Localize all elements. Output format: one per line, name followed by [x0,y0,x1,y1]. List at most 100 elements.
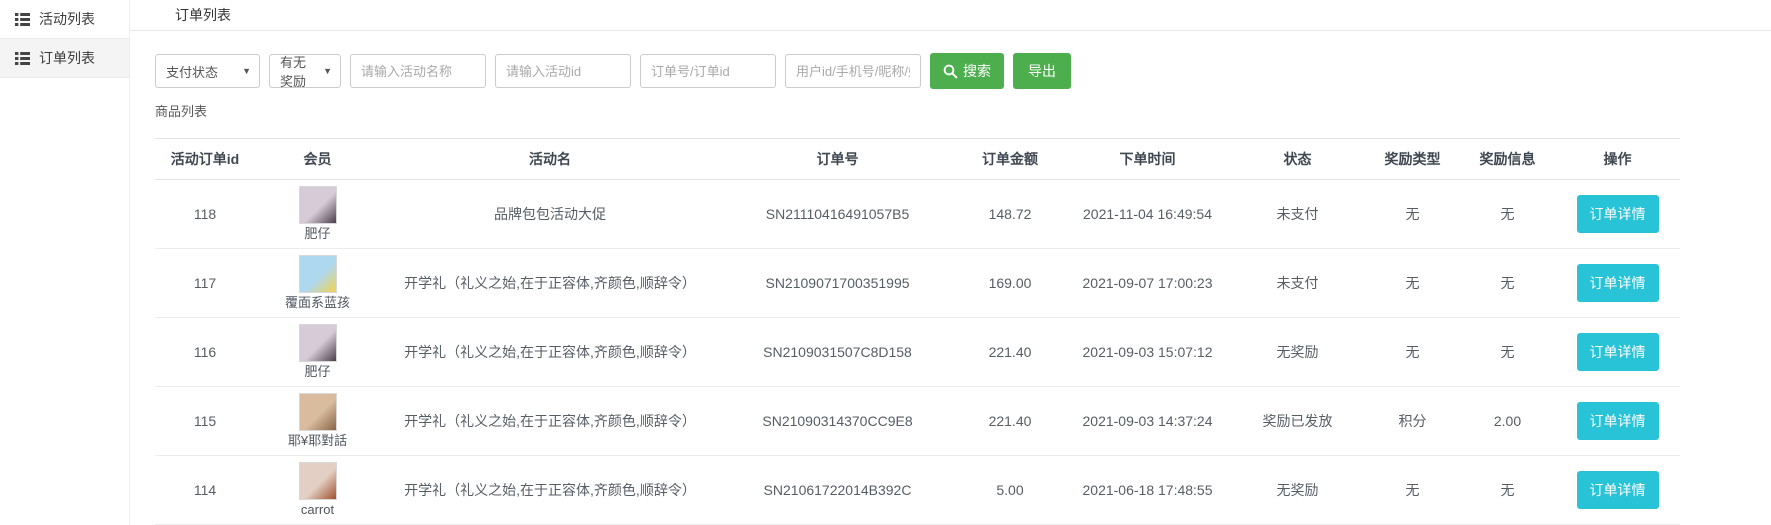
activity-name-cell: 开学礼（礼义之始,在于正容体,齐颜色,顺辞令） [380,318,720,387]
reward-type-cell: 积分 [1365,387,1460,456]
list-icon [15,13,30,26]
amount-cell: 148.72 [955,180,1065,249]
search-button[interactable]: 搜索 [930,53,1004,89]
order-id-cell: 116 [155,318,255,387]
status-cell: 未支付 [1230,249,1365,318]
activity-name-cell: 品牌包包活动大促 [380,180,720,249]
user-input[interactable] [785,54,921,88]
table-row: 114 carrot 开学礼（礼义之始,在于正容体,齐颜色,顺辞令） SN210… [155,456,1680,525]
avatar [299,186,337,224]
table-row: 115 耶¥耶對話 开学礼（礼义之始,在于正容体,齐颜色,顺辞令） SN2109… [155,387,1680,456]
tab-order-list[interactable]: 订单列表 [175,5,231,25]
time-cell: 2021-11-04 16:49:54 [1065,180,1230,249]
column-header: 状态 [1230,139,1365,180]
chevron-down-icon: ▼ [323,66,332,76]
content: 支付状态 ▼ 有无奖励 ▼ [130,31,1771,525]
tab-bar: 订单列表 [130,0,1771,31]
order-no-cell: SN21110416491057B5 [720,180,955,249]
member-nickname: carrot [301,502,334,518]
export-button[interactable]: 导出 [1013,53,1071,89]
reward-select-label: 有无奖励 [280,52,313,90]
reward-type-cell: 无 [1365,180,1460,249]
list-icon [15,52,30,65]
time-cell: 2021-09-03 15:07:12 [1065,318,1230,387]
order-no-cell: SN21090314370CC9E8 [720,387,955,456]
section-label-product-list: 商品列表 [155,101,1771,120]
table-row: 118 肥仔 品牌包包活动大促 SN21110416491057B5 148.7… [155,180,1680,249]
order-detail-button[interactable]: 订单详情 [1577,333,1659,371]
activity-name-cell: 开学礼（礼义之始,在于正容体,齐颜色,顺辞令） [380,456,720,525]
order-detail-button[interactable]: 订单详情 [1577,264,1659,302]
amount-cell: 221.40 [955,318,1065,387]
amount-cell: 221.40 [955,387,1065,456]
order-detail-button[interactable]: 订单详情 [1577,471,1659,509]
reward-info-cell: 无 [1460,180,1555,249]
reward-info-cell: 2.00 [1460,387,1555,456]
order-no-cell: SN21061722014B392C [720,456,955,525]
table-row: 116 肥仔 开学礼（礼义之始,在于正容体,齐颜色,顺辞令） SN2109031… [155,318,1680,387]
sidebar: 活动列表 订单列表 [0,0,130,525]
activity-name-cell: 开学礼（礼义之始,在于正容体,齐颜色,顺辞令） [380,249,720,318]
column-header: 会员 [255,139,380,180]
export-button-label: 导出 [1028,61,1056,81]
sidebar-item-label: 活动列表 [39,9,95,29]
reward-info-cell: 无 [1460,318,1555,387]
time-cell: 2021-09-07 17:00:23 [1065,249,1230,318]
column-header: 订单号 [720,139,955,180]
column-header: 下单时间 [1065,139,1230,180]
reward-type-cell: 无 [1365,456,1460,525]
member-cell: 覆面系蓝孩 [255,249,380,318]
status-cell: 无奖励 [1230,456,1365,525]
sidebar-item-order-list[interactable]: 订单列表 [0,39,129,78]
avatar [299,462,337,500]
order-no-cell: SN2109071700351995 [720,249,955,318]
member-cell: carrot [255,456,380,525]
member-nickname: 耶¥耶對話 [288,433,347,449]
sidebar-item-label: 订单列表 [39,48,95,68]
app-window: 活动列表 订单列表 订单列表 支付状态 [0,0,1771,525]
reward-info-cell: 无 [1460,456,1555,525]
action-cell: 订单详情 [1555,249,1680,318]
reward-select[interactable]: 有无奖励 ▼ [269,54,341,88]
member-nickname: 肥仔 [304,226,330,242]
action-cell: 订单详情 [1555,180,1680,249]
order-detail-button[interactable]: 订单详情 [1577,195,1659,233]
table-row: 117 覆面系蓝孩 开学礼（礼义之始,在于正容体,齐颜色,顺辞令） SN2109… [155,249,1680,318]
order-no-input[interactable] [640,54,776,88]
activity-id-input[interactable] [495,54,631,88]
column-header: 活动名 [380,139,720,180]
column-header: 奖励类型 [1365,139,1460,180]
order-id-cell: 117 [155,249,255,318]
amount-cell: 169.00 [955,249,1065,318]
status-cell: 奖励已发放 [1230,387,1365,456]
filter-bar: 支付状态 ▼ 有无奖励 ▼ [155,53,1771,89]
column-header: 操作 [1555,139,1680,180]
action-cell: 订单详情 [1555,318,1680,387]
reward-type-cell: 无 [1365,249,1460,318]
avatar [299,393,337,431]
chevron-down-icon: ▼ [242,66,251,76]
column-header: 奖励信息 [1460,139,1555,180]
main-area: 订单列表 支付状态 ▼ 有无奖励 ▼ [130,0,1771,525]
pay-status-select-label: 支付状态 [166,62,218,81]
member-cell: 肥仔 [255,318,380,387]
orders-table: 活动订单id会员活动名订单号订单金额下单时间状态奖励类型奖励信息操作 118 肥… [155,138,1680,525]
reward-info-cell: 无 [1460,249,1555,318]
action-cell: 订单详情 [1555,456,1680,525]
order-no-cell: SN2109031507C8D158 [720,318,955,387]
status-cell: 无奖励 [1230,318,1365,387]
action-cell: 订单详情 [1555,387,1680,456]
column-header: 活动订单id [155,139,255,180]
search-button-label: 搜索 [963,61,991,81]
order-id-cell: 114 [155,456,255,525]
member-nickname: 覆面系蓝孩 [285,295,350,311]
table-header: 活动订单id会员活动名订单号订单金额下单时间状态奖励类型奖励信息操作 [155,139,1680,180]
time-cell: 2021-06-18 17:48:55 [1065,456,1230,525]
order-detail-button[interactable]: 订单详情 [1577,402,1659,440]
pay-status-select[interactable]: 支付状态 ▼ [155,54,260,88]
member-nickname: 肥仔 [304,364,330,380]
search-icon [943,64,958,79]
orders-table-wrap: 活动订单id会员活动名订单号订单金额下单时间状态奖励类型奖励信息操作 118 肥… [155,138,1771,525]
sidebar-item-activity-list[interactable]: 活动列表 [0,0,129,39]
activity-name-input[interactable] [350,54,486,88]
